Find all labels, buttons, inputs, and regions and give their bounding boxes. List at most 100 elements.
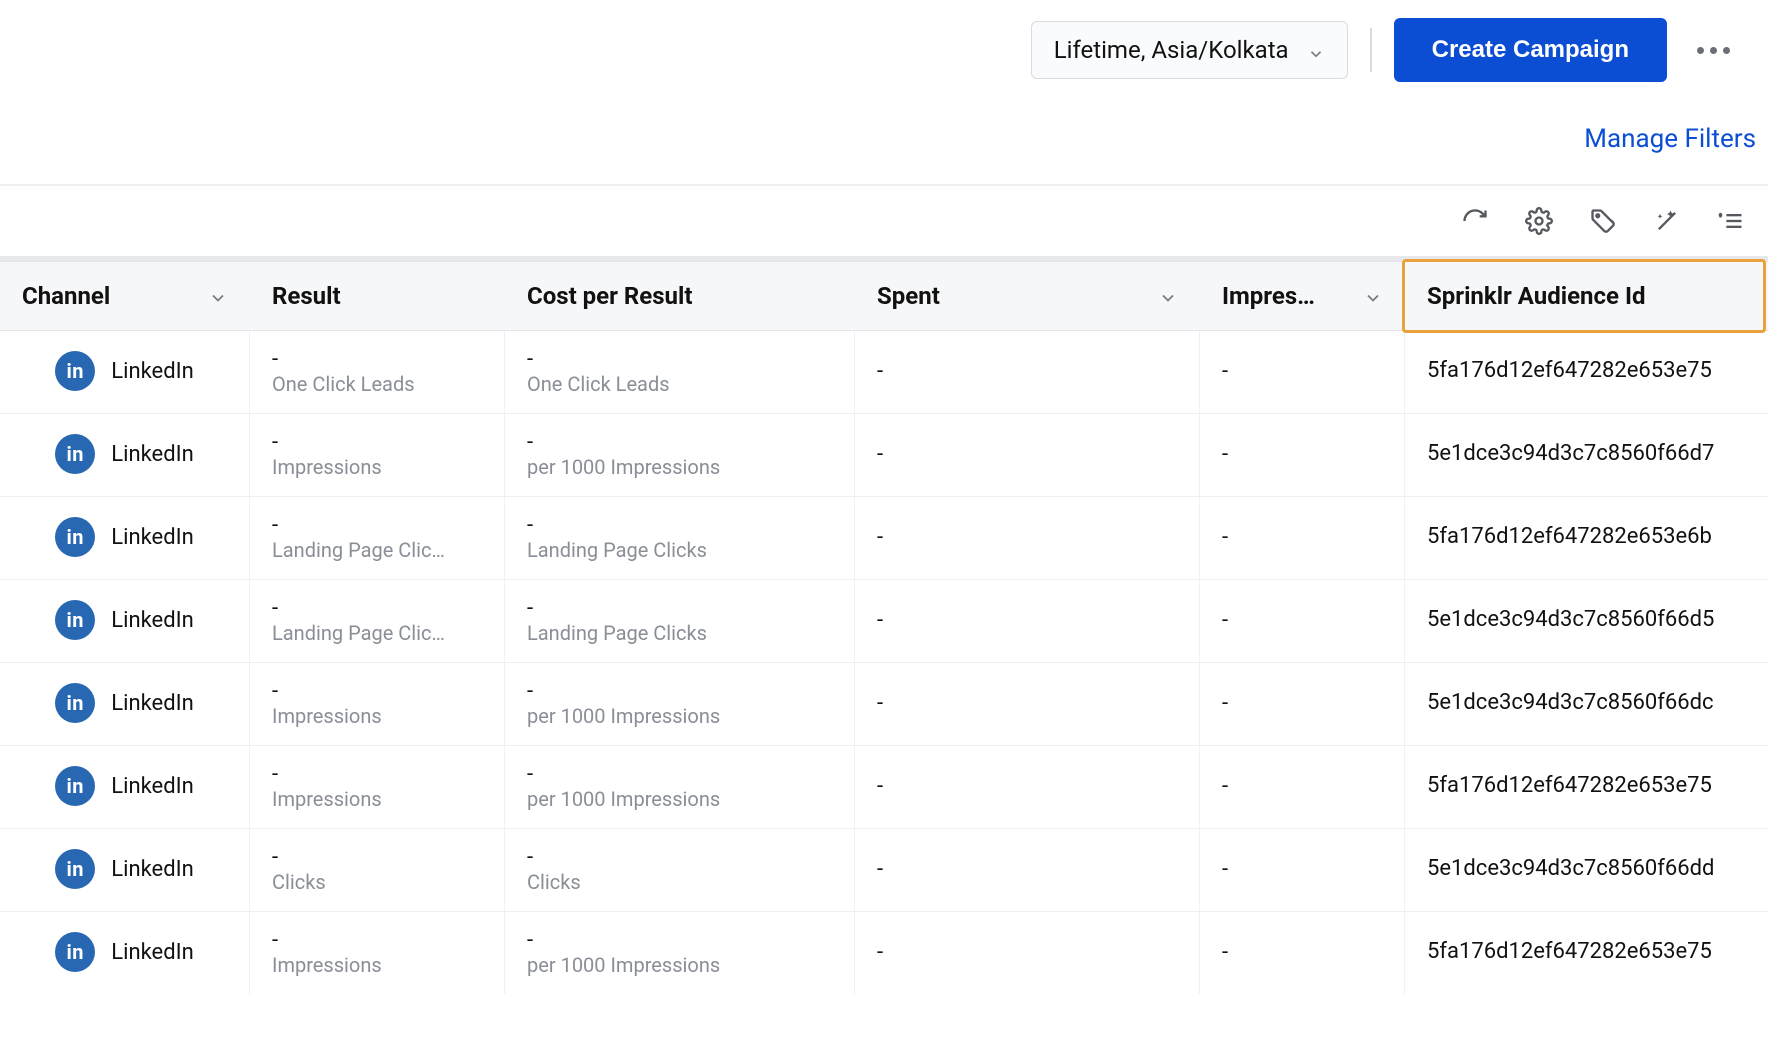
result-type: Impressions — [272, 455, 482, 479]
cell-spent: - — [855, 331, 1200, 413]
cell-audience-id: 5fa176d12ef647282e653e75 — [1405, 746, 1768, 828]
spent-value: - — [877, 359, 883, 384]
channel-label: LinkedIn — [111, 608, 194, 633]
cpr-value: - — [527, 596, 832, 621]
linkedin-icon: in — [55, 517, 95, 557]
cell-channel: inLinkedIn — [0, 580, 250, 662]
spent-value: - — [877, 940, 883, 965]
cell-impressions: - — [1200, 414, 1405, 496]
cell-impressions: - — [1200, 912, 1405, 994]
result-value: - — [272, 928, 482, 953]
cell-channel: inLinkedIn — [0, 414, 250, 496]
impressions-value: - — [1222, 857, 1228, 882]
cell-cost-per-result: -Landing Page Clicks — [505, 497, 855, 579]
cell-channel: inLinkedIn — [0, 663, 250, 745]
channel-label: LinkedIn — [111, 359, 194, 384]
result-value: - — [272, 596, 482, 621]
result-value: - — [272, 513, 482, 538]
channel-label: LinkedIn — [111, 442, 194, 467]
date-range-label: Lifetime, Asia/Kolkata — [1054, 36, 1289, 64]
table-row[interactable]: in LinkedIn - Impressions -per 1000 Impressi… — [0, 746, 1768, 829]
result-value: - — [272, 845, 482, 870]
cell-audience-id: 5fa176d12ef647282e653e6b — [1405, 497, 1768, 579]
spent-value: - — [877, 857, 883, 882]
cpr-type: per 1000 Impressions — [527, 704, 832, 728]
column-header-spent[interactable]: Spent — [855, 262, 1200, 330]
result-value: - — [272, 679, 482, 704]
cpr-value: - — [527, 845, 832, 870]
linkedin-icon: in — [55, 766, 95, 806]
audience-id-value: 5fa176d12ef647282e653e6b — [1427, 522, 1746, 552]
column-label: Spent — [877, 282, 940, 310]
linkedin-icon: in — [55, 351, 95, 391]
audience-id-value: 5fa176d12ef647282e653e75 — [1427, 356, 1746, 386]
table-row[interactable]: inLinkedIn-One Click Leads-One Click Lea… — [0, 331, 1768, 414]
cell-channel: inLinkedIn — [0, 829, 250, 911]
result-type: Impressions — [272, 787, 482, 811]
chevron-down-icon — [208, 286, 228, 306]
column-label: Impres… — [1222, 282, 1315, 310]
table-toolbar — [0, 186, 1768, 256]
date-range-select[interactable]: Lifetime, Asia/Kolkata — [1031, 21, 1348, 79]
cell-audience-id: 5e1dce3c94d3c7c8560f66d5 — [1405, 580, 1768, 662]
column-header-channel[interactable]: Channel — [0, 262, 250, 330]
cell-spent: - — [855, 912, 1200, 994]
dot-icon — [1723, 47, 1730, 54]
cell-cost-per-result: -per 1000 Impressions — [505, 746, 855, 828]
gear-icon[interactable] — [1524, 206, 1554, 236]
channel-label: LinkedIn — [111, 774, 194, 799]
result-type: One Click Leads — [272, 372, 482, 396]
manage-filters-link[interactable]: Manage Filters — [1584, 124, 1756, 154]
divider — [1370, 28, 1372, 72]
cell-audience-id: 5e1dce3c94d3c7c8560f66d7 — [1405, 414, 1768, 496]
table-body: inLinkedIn-One Click Leads-One Click Lea… — [0, 331, 1768, 994]
cpr-value: - — [527, 762, 832, 787]
cell-result: -One Click Leads — [250, 331, 505, 413]
filters-row: Manage Filters — [0, 94, 1768, 184]
table-row[interactable]: inLinkedIn-Impressions-per 1000 Impressi… — [0, 414, 1768, 497]
impressions-value: - — [1222, 442, 1228, 467]
table-row[interactable]: inLinkedIn-Impressions-per 1000 Impressi… — [0, 912, 1768, 994]
more-menu-button[interactable] — [1689, 39, 1738, 62]
cpr-type: Landing Page Clicks — [527, 621, 832, 645]
audience-id-value: 5fa176d12ef647282e653e75 — [1427, 771, 1746, 801]
table-row[interactable]: inLinkedIn-Impressions-per 1000 Impressi… — [0, 663, 1768, 746]
column-header-impressions[interactable]: Impres… — [1200, 262, 1405, 330]
create-campaign-button[interactable]: Create Campaign — [1394, 18, 1667, 82]
cell-impressions: - — [1200, 746, 1405, 828]
channel-label: LinkedIn — [111, 940, 194, 965]
cell-result: -Landing Page Clic… — [250, 580, 505, 662]
spent-value: - — [877, 608, 883, 633]
cpr-value: - — [527, 430, 832, 455]
column-header-result[interactable]: Result — [250, 262, 505, 330]
cpr-type: Clicks — [527, 870, 832, 894]
table-row[interactable]: inLinkedIn-Clicks-Clicks--5e1dce3c94d3c7… — [0, 829, 1768, 912]
column-header-audience-id[interactable]: Sprinklr Audience Id — [1402, 259, 1766, 333]
list-settings-icon[interactable] — [1716, 206, 1746, 236]
refresh-icon[interactable] — [1460, 206, 1490, 236]
impressions-value: - — [1222, 359, 1228, 384]
table-row[interactable]: inLinkedIn-Landing Page Clic…-Landing Pa… — [0, 580, 1768, 663]
cpr-value: - — [527, 928, 832, 953]
column-label: Sprinklr Audience Id — [1427, 282, 1645, 310]
tag-icon[interactable] — [1588, 206, 1618, 236]
spent-value: - — [877, 442, 883, 467]
table-row[interactable]: inLinkedIn-Landing Page Clic…-Landing Pa… — [0, 497, 1768, 580]
cpr-value: - — [527, 347, 832, 372]
magic-wand-icon[interactable] — [1652, 206, 1682, 236]
cpr-type: One Click Leads — [527, 372, 832, 396]
result-type: Impressions — [272, 704, 482, 728]
cell-channel: inLinkedIn — [0, 912, 250, 994]
cell-channel: inLinkedIn — [0, 497, 250, 579]
column-header-cost-per-result[interactable]: Cost per Result — [505, 262, 855, 330]
cell-result: -Impressions — [250, 414, 505, 496]
channel-label: LinkedIn — [111, 691, 194, 716]
column-label: Cost per Result — [527, 282, 692, 310]
spent-value: - — [877, 525, 883, 550]
cpr-type: per 1000 Impressions — [527, 953, 832, 977]
chevron-down-icon — [1158, 286, 1178, 306]
cell-spent: - — [855, 829, 1200, 911]
impressions-value: - — [1222, 608, 1228, 633]
cell-cost-per-result: -per 1000 Impressions — [505, 663, 855, 745]
cell-result: -Impressions — [250, 663, 505, 745]
